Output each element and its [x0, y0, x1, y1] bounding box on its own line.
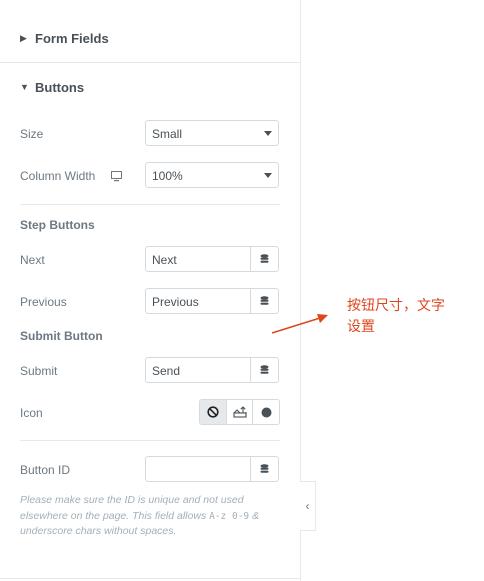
button-id-input[interactable] [145, 456, 279, 482]
previous-label: Previous [20, 295, 67, 309]
column-width-select[interactable]: 100% [145, 162, 279, 188]
divider [20, 204, 280, 205]
circle-icon[interactable] [252, 400, 279, 424]
chevron-down-icon [264, 173, 272, 178]
caret-down-icon: ▼ [20, 82, 29, 92]
annotation-line-2: 设置 [347, 319, 375, 335]
next-input-value: Next [152, 253, 177, 267]
collapse-panel-button[interactable]: ‹ [300, 481, 316, 531]
size-select-value: Small [152, 127, 183, 141]
desktop-icon[interactable] [111, 169, 122, 187]
database-icon[interactable] [250, 358, 278, 382]
submit-button-heading: Submit Button [20, 329, 103, 343]
upload-image-icon[interactable] [225, 400, 253, 424]
column-width-value: 100% [152, 169, 183, 183]
next-input[interactable]: Next [145, 246, 279, 272]
icon-choices [199, 399, 280, 425]
button-id-description: Please make sure the ID is unique and no… [20, 493, 282, 540]
size-select[interactable]: Small [145, 120, 279, 146]
annotation-line-1: 按钮尺寸，文字 [347, 298, 445, 314]
section-form-fields[interactable]: ▶ Form Fields [0, 13, 300, 63]
caret-right-icon: ▶ [20, 32, 27, 43]
divider [0, 578, 300, 579]
section-buttons[interactable]: ▼ Buttons [0, 62, 300, 112]
next-label: Next [20, 253, 45, 267]
chevron-down-icon [264, 131, 272, 136]
annotation-arrow-icon [271, 314, 328, 334]
chevron-left-icon: ‹ [305, 499, 310, 513]
settings-panel: ▶ Form Fields ▼ Buttons Size Small Colum… [0, 0, 301, 581]
ban-icon[interactable] [200, 400, 226, 424]
size-label: Size [20, 127, 44, 141]
database-icon[interactable] [250, 247, 278, 271]
section-title-form-fields: Form Fields [35, 30, 109, 46]
description-code: A-z 0-9 [209, 510, 250, 522]
annotation-note: 按钮尺寸，文字 设置 [347, 296, 467, 338]
previous-input[interactable]: Previous [145, 288, 279, 314]
previous-input-value: Previous [152, 295, 199, 309]
step-buttons-heading: Step Buttons [20, 218, 95, 232]
submit-input-value: Send [152, 364, 181, 378]
button-id-label: Button ID [20, 463, 71, 477]
submit-input[interactable]: Send [145, 357, 279, 383]
database-icon[interactable] [250, 457, 278, 481]
submit-label: Submit [20, 364, 58, 378]
section-title-buttons: Buttons [35, 79, 85, 95]
icon-label: Icon [20, 406, 43, 420]
divider [20, 440, 280, 441]
column-width-label: Column Width [20, 169, 96, 183]
